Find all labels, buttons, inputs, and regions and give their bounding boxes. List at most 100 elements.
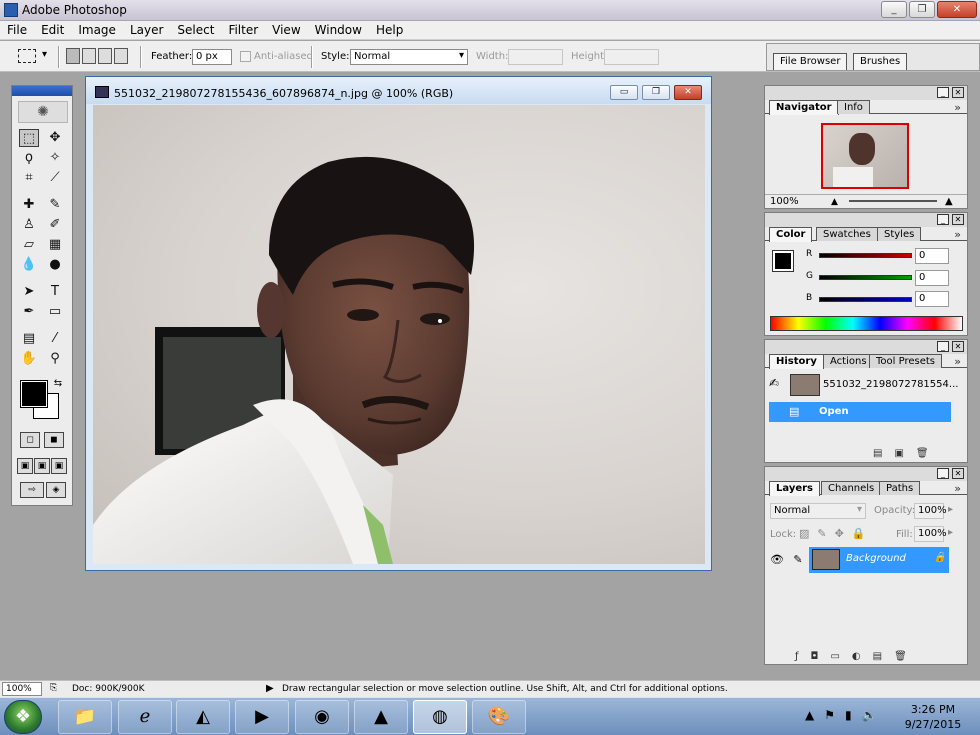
foreground-color-swatch[interactable] xyxy=(20,380,48,408)
standard-mode-button[interactable]: ◻ xyxy=(20,432,40,448)
color-ramp[interactable] xyxy=(770,316,963,331)
volume-icon[interactable]: 🔈 xyxy=(862,708,877,722)
menu-view[interactable]: View xyxy=(265,21,307,39)
panel-menu-icon[interactable]: » xyxy=(954,228,961,241)
history-state-open[interactable]: ▤ Open xyxy=(769,402,951,422)
slice-tool-icon[interactable]: ⟋ xyxy=(45,169,65,187)
marquee-tool-icon[interactable]: ⬚ xyxy=(19,129,39,147)
width-input[interactable] xyxy=(508,49,563,65)
fill-input[interactable]: 100% xyxy=(914,526,947,542)
photoshop-taskbar-icon[interactable]: ◍ xyxy=(413,700,467,734)
new-layer-icon[interactable]: ▤ xyxy=(873,651,882,662)
history-brush-tool-icon[interactable]: ✐ xyxy=(45,216,65,234)
tab-paths[interactable]: Paths xyxy=(879,481,921,495)
clock[interactable]: 3:26 PM 9/27/2015 xyxy=(898,702,968,732)
add-selection-button[interactable] xyxy=(82,48,96,64)
menu-help[interactable]: Help xyxy=(369,21,410,39)
history-brush-source-icon[interactable]: ✍ xyxy=(769,376,779,390)
path-selection-tool-icon[interactable]: ➤ xyxy=(19,283,39,301)
navigator-zoom-field[interactable]: 100% xyxy=(767,195,807,208)
layer-style-icon[interactable]: ƒ xyxy=(795,651,799,662)
clone-stamp-tool-icon[interactable]: ♙ xyxy=(19,216,39,234)
lasso-tool-icon[interactable]: ϙ xyxy=(19,149,39,167)
move-tool-icon[interactable]: ✥ xyxy=(45,129,65,147)
lock-position-icon[interactable]: ✥ xyxy=(835,527,844,540)
blend-mode-select[interactable]: Normal ▾ xyxy=(770,503,866,519)
menu-edit[interactable]: Edit xyxy=(34,21,71,39)
media-app-taskbar-icon[interactable]: ◭ xyxy=(176,700,230,734)
new-group-icon[interactable]: ▭ xyxy=(830,651,839,662)
layer-mask-icon[interactable]: ◘ xyxy=(811,651,819,662)
menu-filter[interactable]: Filter xyxy=(221,21,265,39)
lock-all-icon[interactable]: 🔒 xyxy=(852,527,866,540)
doc-minimize-button[interactable]: ▭ xyxy=(610,85,638,100)
notes-tool-icon[interactable]: ▤ xyxy=(19,330,39,348)
intersect-selection-button[interactable] xyxy=(114,48,128,64)
channel-r-slider[interactable] xyxy=(819,253,912,258)
close-button[interactable]: ✕ xyxy=(937,1,977,18)
subtract-selection-button[interactable] xyxy=(98,48,112,64)
crop-tool-icon[interactable]: ⌗ xyxy=(19,169,39,187)
chrome-taskbar-icon[interactable]: ◉ xyxy=(295,700,349,734)
paint-taskbar-icon[interactable]: 🎨 xyxy=(472,700,526,734)
adjustment-layer-icon[interactable]: ◐ xyxy=(852,651,861,662)
channel-b-slider[interactable] xyxy=(819,297,912,302)
panel-header[interactable]: _ ✕ xyxy=(765,467,967,481)
tab-file-browser[interactable]: File Browser xyxy=(773,53,848,70)
panel-minimize-icon[interactable]: _ xyxy=(937,468,949,479)
channel-b-value[interactable]: 0 xyxy=(915,291,949,307)
eyedropper-tool-icon[interactable]: ⁄ xyxy=(45,330,65,348)
restore-button[interactable]: ❐ xyxy=(909,1,935,18)
menu-file[interactable]: File xyxy=(0,21,34,39)
panel-menu-icon[interactable]: » xyxy=(954,101,961,114)
status-zoom-field[interactable]: 100% xyxy=(2,682,42,696)
panel-minimize-icon[interactable]: _ xyxy=(937,214,949,225)
signal-icon[interactable]: ▮ xyxy=(845,708,852,722)
tool-preset-picker[interactable] xyxy=(18,49,36,63)
toolbox-header[interactable] xyxy=(12,86,72,96)
tab-layers[interactable]: Layers xyxy=(769,481,820,496)
tab-styles[interactable]: Styles xyxy=(877,227,922,241)
trash-icon[interactable]: 🗑 xyxy=(916,448,929,459)
eye-icon[interactable]: 👁 xyxy=(769,547,785,573)
magic-wand-tool-icon[interactable]: ✧ xyxy=(45,149,65,167)
tab-swatches[interactable]: Swatches xyxy=(816,227,878,241)
new-selection-button[interactable] xyxy=(66,48,80,64)
swap-colors-icon[interactable]: ⇆ xyxy=(48,375,68,393)
channel-g-slider[interactable] xyxy=(819,275,912,280)
adobe-online-icon[interactable]: ✺ xyxy=(18,101,68,123)
panel-close-icon[interactable]: ✕ xyxy=(952,468,964,479)
tab-tool-presets[interactable]: Tool Presets xyxy=(869,354,942,368)
opacity-input[interactable]: 100% xyxy=(914,503,947,519)
full-screen-menu-button[interactable]: ▣ xyxy=(34,458,50,474)
minimize-button[interactable]: _ xyxy=(881,1,907,18)
brush-tool-icon[interactable]: ✎ xyxy=(45,196,65,214)
new-snapshot-icon[interactable]: ▣ xyxy=(894,448,903,459)
panel-close-icon[interactable]: ✕ xyxy=(952,87,964,98)
gradient-tool-icon[interactable]: ▦ xyxy=(45,236,65,254)
doc-restore-button[interactable]: ❐ xyxy=(642,85,670,100)
menu-layer[interactable]: Layer xyxy=(123,21,170,39)
panel-header[interactable]: _ ✕ xyxy=(765,340,967,354)
anti-aliased-checkbox[interactable] xyxy=(240,51,251,62)
color-foreground-swatch[interactable] xyxy=(772,250,794,272)
panel-minimize-icon[interactable]: _ xyxy=(937,87,949,98)
full-screen-button[interactable]: ▣ xyxy=(51,458,67,474)
panel-close-icon[interactable]: ✕ xyxy=(952,214,964,225)
dodge-tool-icon[interactable]: ● xyxy=(45,256,65,274)
height-input[interactable] xyxy=(604,49,659,65)
internet-explorer-taskbar-icon[interactable]: ℯ xyxy=(118,700,172,734)
tab-channels[interactable]: Channels xyxy=(821,481,882,495)
document-title-bar[interactable]: 551032_219807278155436_607896874_n.jpg @… xyxy=(86,77,711,104)
explorer-taskbar-icon[interactable]: 📁 xyxy=(58,700,112,734)
zoom-in-icon[interactable]: ▲ xyxy=(945,196,953,207)
doc-close-button[interactable]: ✕ xyxy=(674,85,702,100)
delete-layer-icon[interactable]: 🗑 xyxy=(894,651,907,662)
panel-menu-icon[interactable]: » xyxy=(954,355,961,368)
zoom-slider[interactable] xyxy=(849,200,937,202)
channel-g-value[interactable]: 0 xyxy=(915,270,949,286)
menu-select[interactable]: Select xyxy=(170,21,221,39)
new-document-icon[interactable]: ▤ xyxy=(873,448,882,459)
type-tool-icon[interactable]: T xyxy=(45,283,65,301)
doc-size[interactable]: Doc: 900K/900K xyxy=(72,684,144,694)
